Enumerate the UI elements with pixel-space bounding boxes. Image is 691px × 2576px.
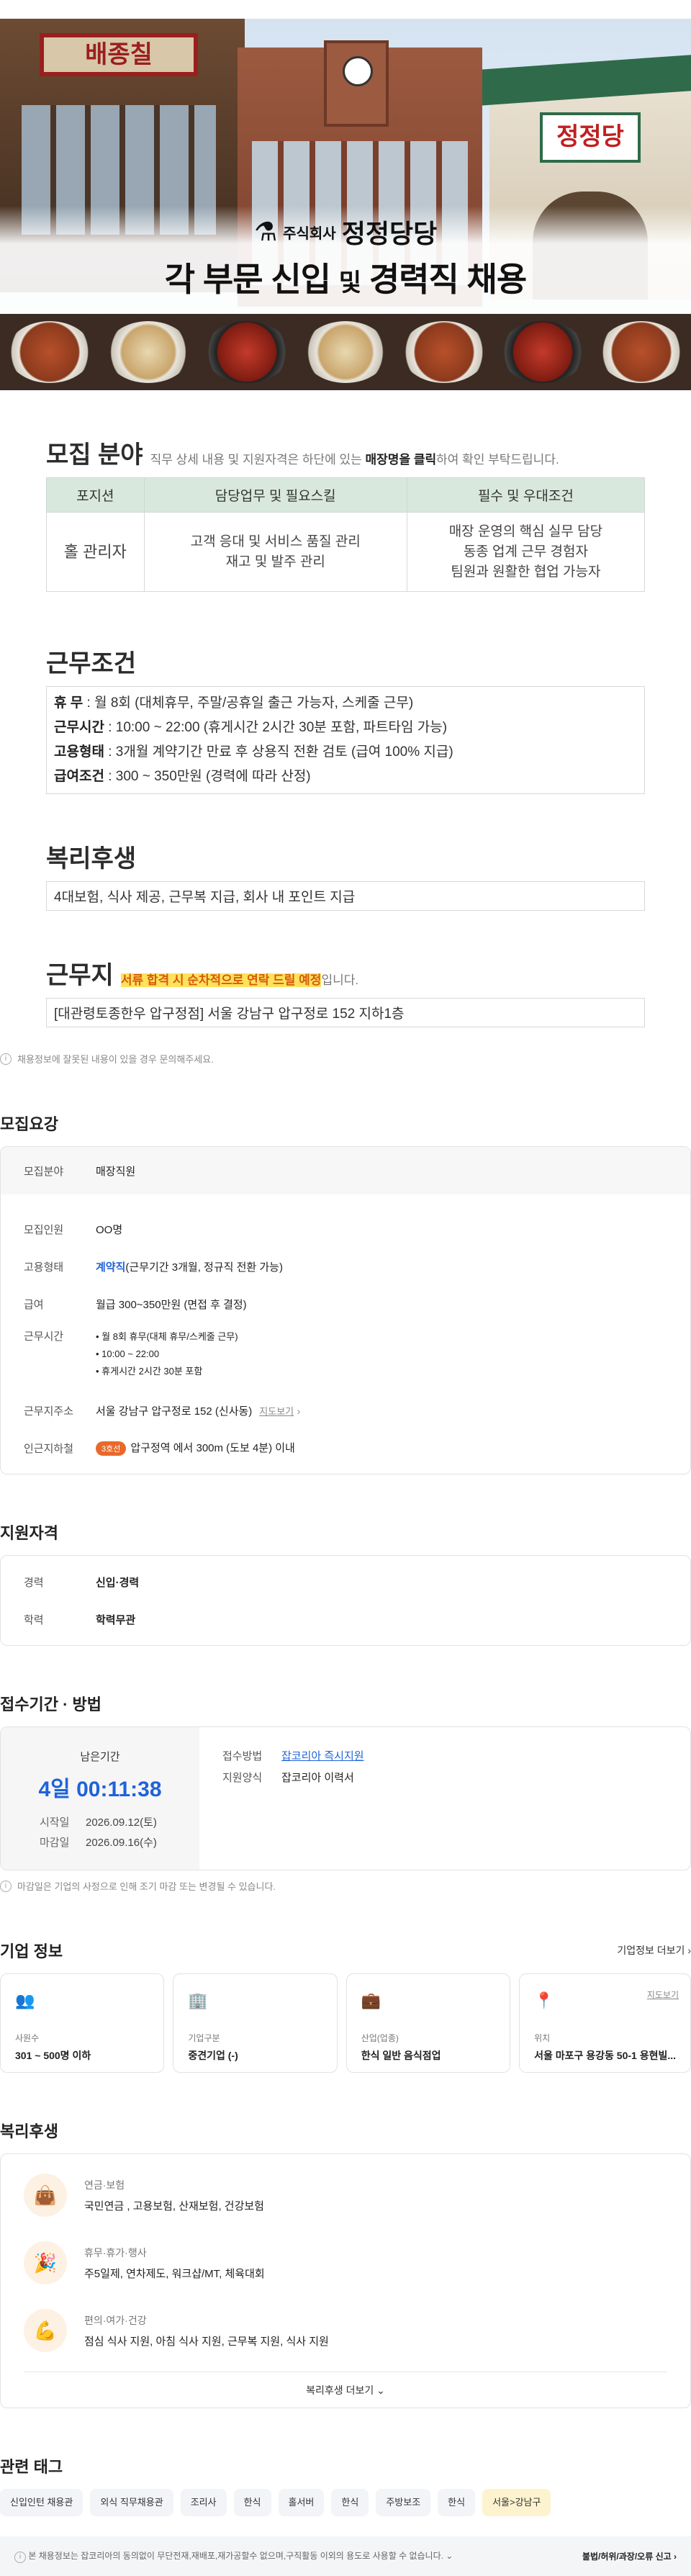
position-name[interactable]: 홀 관리자	[46, 512, 145, 592]
report-link[interactable]: 불법/허위/과장/오류 신고 ›	[582, 2550, 677, 2562]
recruit-card: 모집분야 매장직원 모집인원 OO명 고용형태 계약직(근무기간 3개월, 정규직 …	[0, 1146, 691, 1474]
qualification-card: 경력 신입·경력 학력 학력무관	[0, 1555, 691, 1646]
hero-banner: 배종칠 정정당 ⚗ 주식회사 정정당당 각 부문 신입 및 경력직 채용	[0, 19, 691, 390]
tag[interactable]: 한식	[438, 2489, 476, 2516]
tag[interactable]: 서울>강남구	[482, 2489, 551, 2516]
recruit-title: 모집요강	[0, 1115, 58, 1133]
banner-food-strip	[0, 314, 691, 390]
benefit-item: 💪 편의·여가·건강 점심 식사 지원, 아침 식사 지원, 근무복 지원, 식사…	[24, 2297, 667, 2364]
report-notice[interactable]: i 채용정보에 잘못된 내용이 있을 경우 문의해주세요.	[0, 1027, 691, 1066]
conditions-title: 근무조건	[46, 650, 137, 677]
company-more-link[interactable]: 기업정보 더보기 ›	[617, 1943, 691, 1958]
tag[interactable]: 신입인턴 채용관	[0, 2489, 83, 2516]
company-card-employees: 👥 사원수 301 ~ 500명 이하	[0, 1973, 165, 2073]
info-icon: i	[0, 1053, 12, 1065]
duties-cell: 고객 응대 및 서비스 품질 관리 재고 및 발주 관리	[143, 512, 407, 592]
benefit-item: 🎉 휴무·휴가·행사 주5일제, 연차제도, 워크샵/MT, 체육대회	[24, 2229, 667, 2297]
welfare-box: 4대보험, 식사 제공, 근무복 지급, 회사 내 포인트 지급	[46, 881, 645, 911]
tag[interactable]: 외식 직무채용관	[90, 2489, 173, 2516]
field-title: 모집 분야	[46, 441, 143, 469]
period-card: 남은기간 4일 00:11:38 시작일 2026.09.12(토) 마감일 202…	[0, 1726, 691, 1870]
clock-icon	[343, 56, 373, 86]
company-card-location: 📍 지도보기 위치 서울 마포구 용강동 50-1 용현빌...	[519, 1973, 691, 2073]
company-prefix: 주식회사	[283, 225, 336, 242]
contract-type: 계약직	[96, 1261, 126, 1274]
benefits-title: 복리후생	[0, 2122, 58, 2140]
map-link[interactable]: 지도보기	[259, 1406, 294, 1417]
tag[interactable]: 조리사	[180, 2489, 227, 2516]
tag[interactable]: 한식	[233, 2489, 271, 2516]
banner-sign-right: 정정당	[540, 112, 641, 163]
qualification-title: 지원자격	[0, 1524, 58, 1542]
conditions-box: 휴 무 : 월 8회 (대체휴무, 주말/공휴일 출근 가능자, 스케줄 근무)…	[46, 686, 645, 794]
info-icon: i	[0, 1880, 12, 1892]
apply-method-link[interactable]: 잡코리아 즉시지원	[281, 1750, 364, 1762]
table-header: 담당업무 및 필요스킬	[143, 477, 407, 513]
table-header: 필수 및 우대조건	[406, 477, 646, 513]
company-name: 정정당당	[341, 219, 438, 248]
footer: i 본 채용정보는 잡코리아의 동의없이 무단전재,재배포,재가공할수 없으며,…	[0, 2536, 691, 2576]
chevron-down-icon: ⌄	[446, 2551, 453, 2562]
building-icon: 🏢	[188, 1991, 208, 2009]
location-box: [대관령토종한우 압구정점] 서울 강남구 압구정로 152 지하1층	[46, 998, 645, 1027]
requirements-cell: 매장 운영의 핵심 실무 담당 동종 업계 근무 경험자 팀원과 원활한 협업 가능…	[406, 512, 646, 592]
tag-list: 신입인턴 채용관 외식 직무채용관 조리사 한식 홀서버 한식 주방보조 한식 …	[0, 2489, 691, 2516]
party-icon: 🎉	[24, 2241, 67, 2284]
company-card-type: 🏢 기업구분 중견기업 (-)	[173, 1973, 338, 2073]
muscle-icon: 💪	[24, 2309, 67, 2352]
briefcase-icon: 💼	[361, 1991, 381, 2009]
company-map-link[interactable]: 지도보기	[647, 1989, 679, 2001]
tags-title: 관련 태그	[0, 2458, 63, 2476]
info-icon: i	[14, 2551, 26, 2563]
banner-sign-left: 배종칠	[40, 33, 198, 76]
welfare-title: 복리후생	[46, 845, 137, 873]
location-title: 근무지	[46, 962, 114, 989]
benefit-item: 👜 연금·보험 국민연금 , 고용보험, 산재보험, 건강보험	[24, 2161, 667, 2229]
benefits-card: 👜 연금·보험 국민연금 , 고용보험, 산재보험, 건강보험 🎉 휴무·휴가·행…	[0, 2153, 691, 2408]
location-highlight: 서류 합격 시 순차적으로 연락 드릴 예정	[120, 973, 322, 987]
benefits-more-button[interactable]: 복리후생 더보기 ⌄	[24, 2372, 667, 2408]
tag[interactable]: 홀서버	[278, 2489, 325, 2516]
period-title: 접수기간 · 방법	[0, 1695, 101, 1713]
company-logo-icon: ⚗	[253, 217, 278, 246]
position-table: 포지션 담당업무 및 필요스킬 필수 및 우대조건 홀 관리자 고객 응대 및 …	[46, 477, 646, 592]
deadline-note: i 마감일은 기업의 사정으로 인해 조기 마감 또는 변경될 수 있습니다.	[0, 1870, 691, 1893]
table-header: 포지션	[46, 477, 145, 513]
company-card-industry: 💼 산업(업종) 한식 일반 음식점업	[346, 1973, 511, 2073]
pin-icon: 📍	[534, 1991, 554, 2009]
company-cards: 👥 사원수 301 ~ 500명 이하 🏢 기업구분 중견기업 (-) 💼 산업…	[0, 1973, 691, 2073]
subway-badge: 3호선	[96, 1441, 127, 1456]
field-desc: 직무 상세 내용 및 지원자격은 하단에 있는 매장명을 클릭하여 확인 부탁드…	[150, 453, 559, 467]
tag[interactable]: 주방보조	[376, 2489, 431, 2516]
company-info-title: 기업 정보	[0, 1942, 63, 1960]
countdown-timer: 4일 00:11:38	[38, 1778, 162, 1801]
banner-headline: 각 부문 신입 및 경력직 채용	[164, 261, 527, 298]
shopping-bag-icon: 👜	[24, 2174, 67, 2217]
tag[interactable]: 한식	[331, 2489, 369, 2516]
job-poster: 모집 분야 직무 상세 내용 및 지원자격은 하단에 있는 매장명을 클릭하여 …	[0, 435, 691, 1027]
chevron-down-icon: ⌄	[376, 2384, 385, 2396]
banner-title: ⚗ 주식회사 정정당당 각 부문 신입 및 경력직 채용	[0, 213, 691, 301]
people-icon: 👥	[15, 1991, 35, 2009]
